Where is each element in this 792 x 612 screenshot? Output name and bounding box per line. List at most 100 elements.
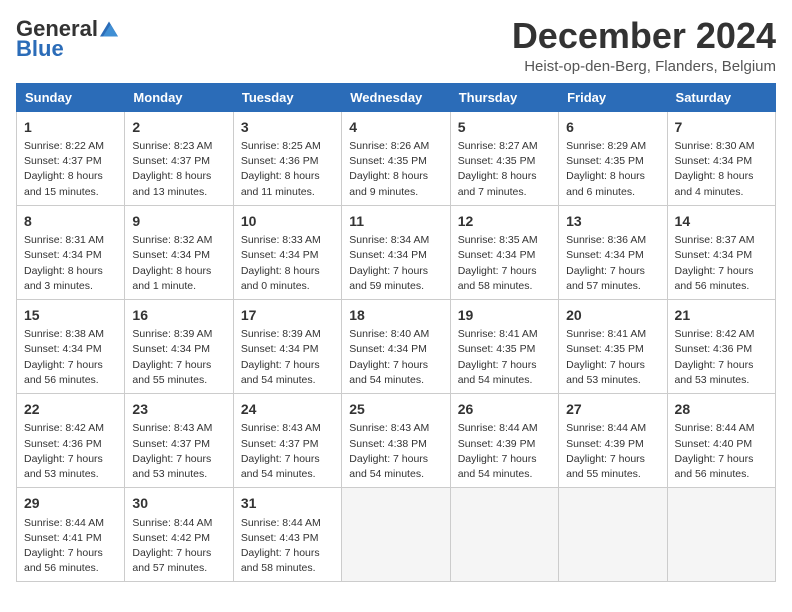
- day-number: 19: [458, 305, 551, 325]
- day-info: Sunrise: 8:27 AMSunset: 4:35 PMDaylight:…: [458, 139, 551, 200]
- day-cell: [450, 488, 558, 582]
- day-info: Sunrise: 8:23 AMSunset: 4:37 PMDaylight:…: [132, 139, 225, 200]
- day-info: Sunrise: 8:29 AMSunset: 4:35 PMDaylight:…: [566, 139, 659, 200]
- day-number: 28: [675, 399, 768, 419]
- day-info: Sunrise: 8:39 AMSunset: 4:34 PMDaylight:…: [132, 327, 225, 388]
- day-info: Sunrise: 8:44 AMSunset: 4:39 PMDaylight:…: [566, 421, 659, 482]
- week-row-5: 29 Sunrise: 8:44 AMSunset: 4:41 PMDayligh…: [17, 488, 776, 582]
- day-cell: [342, 488, 450, 582]
- day-number: 30: [132, 493, 225, 513]
- week-row-1: 1Sunrise: 8:22 AMSunset: 4:37 PMDaylight…: [17, 111, 776, 205]
- day-info: Sunrise: 8:44 AMSunset: 4:41 PMDaylight:…: [24, 516, 117, 577]
- day-cell: 12Sunrise: 8:35 AMSunset: 4:34 PMDayligh…: [450, 205, 558, 299]
- header-row: SundayMondayTuesdayWednesdayThursdayFrid…: [17, 83, 776, 111]
- day-number: 6: [566, 117, 659, 137]
- day-cell: 2Sunrise: 8:23 AMSunset: 4:37 PMDaylight…: [125, 111, 233, 205]
- week-row-3: 15Sunrise: 8:38 AMSunset: 4:34 PMDayligh…: [17, 299, 776, 393]
- day-info: Sunrise: 8:42 AMSunset: 4:36 PMDaylight:…: [675, 327, 768, 388]
- day-number: 27: [566, 399, 659, 419]
- day-number: 4: [349, 117, 442, 137]
- day-cell: 23Sunrise: 8:43 AMSunset: 4:37 PMDayligh…: [125, 394, 233, 488]
- day-info: Sunrise: 8:43 AMSunset: 4:38 PMDaylight:…: [349, 421, 442, 482]
- day-number: 7: [675, 117, 768, 137]
- day-info: Sunrise: 8:44 AMSunset: 4:42 PMDaylight:…: [132, 516, 225, 577]
- day-info: Sunrise: 8:31 AMSunset: 4:34 PMDaylight:…: [24, 233, 117, 294]
- day-info: Sunrise: 8:44 AMSunset: 4:43 PMDaylight:…: [241, 516, 334, 577]
- day-cell: 4Sunrise: 8:26 AMSunset: 4:35 PMDaylight…: [342, 111, 450, 205]
- day-info: Sunrise: 8:33 AMSunset: 4:34 PMDaylight:…: [241, 233, 334, 294]
- day-number: 5: [458, 117, 551, 137]
- day-info: Sunrise: 8:42 AMSunset: 4:36 PMDaylight:…: [24, 421, 117, 482]
- day-number: 31: [241, 493, 334, 513]
- day-cell: 9Sunrise: 8:32 AMSunset: 4:34 PMDaylight…: [125, 205, 233, 299]
- header-cell-saturday: Saturday: [667, 83, 775, 111]
- day-info: Sunrise: 8:26 AMSunset: 4:35 PMDaylight:…: [349, 139, 442, 200]
- day-cell: 3Sunrise: 8:25 AMSunset: 4:36 PMDaylight…: [233, 111, 341, 205]
- day-cell: 22Sunrise: 8:42 AMSunset: 4:36 PMDayligh…: [17, 394, 125, 488]
- header-cell-monday: Monday: [125, 83, 233, 111]
- day-cell: 29 Sunrise: 8:44 AMSunset: 4:41 PMDayligh…: [17, 488, 125, 582]
- day-info: Sunrise: 8:25 AMSunset: 4:36 PMDaylight:…: [241, 139, 334, 200]
- header-cell-thursday: Thursday: [450, 83, 558, 111]
- day-cell: 21Sunrise: 8:42 AMSunset: 4:36 PMDayligh…: [667, 299, 775, 393]
- header-cell-tuesday: Tuesday: [233, 83, 341, 111]
- day-cell: 7Sunrise: 8:30 AMSunset: 4:34 PMDaylight…: [667, 111, 775, 205]
- header-cell-wednesday: Wednesday: [342, 83, 450, 111]
- day-info: Sunrise: 8:38 AMSunset: 4:34 PMDaylight:…: [24, 327, 117, 388]
- day-info: Sunrise: 8:44 AMSunset: 4:40 PMDaylight:…: [675, 421, 768, 482]
- day-info: Sunrise: 8:35 AMSunset: 4:34 PMDaylight:…: [458, 233, 551, 294]
- day-number: 12: [458, 211, 551, 231]
- day-number: 26: [458, 399, 551, 419]
- day-cell: 27Sunrise: 8:44 AMSunset: 4:39 PMDayligh…: [559, 394, 667, 488]
- day-info: Sunrise: 8:37 AMSunset: 4:34 PMDaylight:…: [675, 233, 768, 294]
- day-info: Sunrise: 8:44 AMSunset: 4:39 PMDaylight:…: [458, 421, 551, 482]
- day-cell: 14Sunrise: 8:37 AMSunset: 4:34 PMDayligh…: [667, 205, 775, 299]
- day-number: 3: [241, 117, 334, 137]
- logo: General Blue: [16, 16, 118, 62]
- day-cell: 30 Sunrise: 8:44 AMSunset: 4:42 PMDayligh…: [125, 488, 233, 582]
- week-row-2: 8Sunrise: 8:31 AMSunset: 4:34 PMDaylight…: [17, 205, 776, 299]
- day-cell: [559, 488, 667, 582]
- day-number: 9: [132, 211, 225, 231]
- calendar-title: December 2024: [512, 16, 776, 56]
- day-cell: 8Sunrise: 8:31 AMSunset: 4:34 PMDaylight…: [17, 205, 125, 299]
- day-info: Sunrise: 8:22 AMSunset: 4:37 PMDaylight:…: [24, 139, 117, 200]
- day-number: 13: [566, 211, 659, 231]
- day-cell: 1Sunrise: 8:22 AMSunset: 4:37 PMDaylight…: [17, 111, 125, 205]
- day-cell: 24Sunrise: 8:43 AMSunset: 4:37 PMDayligh…: [233, 394, 341, 488]
- calendar-table: SundayMondayTuesdayWednesdayThursdayFrid…: [16, 83, 776, 583]
- day-cell: 6Sunrise: 8:29 AMSunset: 4:35 PMDaylight…: [559, 111, 667, 205]
- day-number: 25: [349, 399, 442, 419]
- day-cell: 31 Sunrise: 8:44 AMSunset: 4:43 PMDayligh…: [233, 488, 341, 582]
- day-cell: 25Sunrise: 8:43 AMSunset: 4:38 PMDayligh…: [342, 394, 450, 488]
- day-number: 29: [24, 493, 117, 513]
- day-cell: 16Sunrise: 8:39 AMSunset: 4:34 PMDayligh…: [125, 299, 233, 393]
- day-number: 18: [349, 305, 442, 325]
- day-number: 1: [24, 117, 117, 137]
- day-number: 24: [241, 399, 334, 419]
- day-number: 16: [132, 305, 225, 325]
- day-cell: 20Sunrise: 8:41 AMSunset: 4:35 PMDayligh…: [559, 299, 667, 393]
- day-number: 8: [24, 211, 117, 231]
- header-cell-sunday: Sunday: [17, 83, 125, 111]
- day-info: Sunrise: 8:39 AMSunset: 4:34 PMDaylight:…: [241, 327, 334, 388]
- day-cell: 19Sunrise: 8:41 AMSunset: 4:35 PMDayligh…: [450, 299, 558, 393]
- day-info: Sunrise: 8:41 AMSunset: 4:35 PMDaylight:…: [458, 327, 551, 388]
- day-number: 21: [675, 305, 768, 325]
- day-cell: 18Sunrise: 8:40 AMSunset: 4:34 PMDayligh…: [342, 299, 450, 393]
- day-info: Sunrise: 8:43 AMSunset: 4:37 PMDaylight:…: [132, 421, 225, 482]
- day-info: Sunrise: 8:43 AMSunset: 4:37 PMDaylight:…: [241, 421, 334, 482]
- header-cell-friday: Friday: [559, 83, 667, 111]
- day-info: Sunrise: 8:30 AMSunset: 4:34 PMDaylight:…: [675, 139, 768, 200]
- day-number: 14: [675, 211, 768, 231]
- day-number: 2: [132, 117, 225, 137]
- day-number: 22: [24, 399, 117, 419]
- day-info: Sunrise: 8:32 AMSunset: 4:34 PMDaylight:…: [132, 233, 225, 294]
- day-cell: 11Sunrise: 8:34 AMSunset: 4:34 PMDayligh…: [342, 205, 450, 299]
- day-number: 20: [566, 305, 659, 325]
- title-area: December 2024 Heist-op-den-Berg, Flander…: [512, 16, 776, 75]
- day-cell: [667, 488, 775, 582]
- day-info: Sunrise: 8:41 AMSunset: 4:35 PMDaylight:…: [566, 327, 659, 388]
- day-cell: 15Sunrise: 8:38 AMSunset: 4:34 PMDayligh…: [17, 299, 125, 393]
- day-number: 23: [132, 399, 225, 419]
